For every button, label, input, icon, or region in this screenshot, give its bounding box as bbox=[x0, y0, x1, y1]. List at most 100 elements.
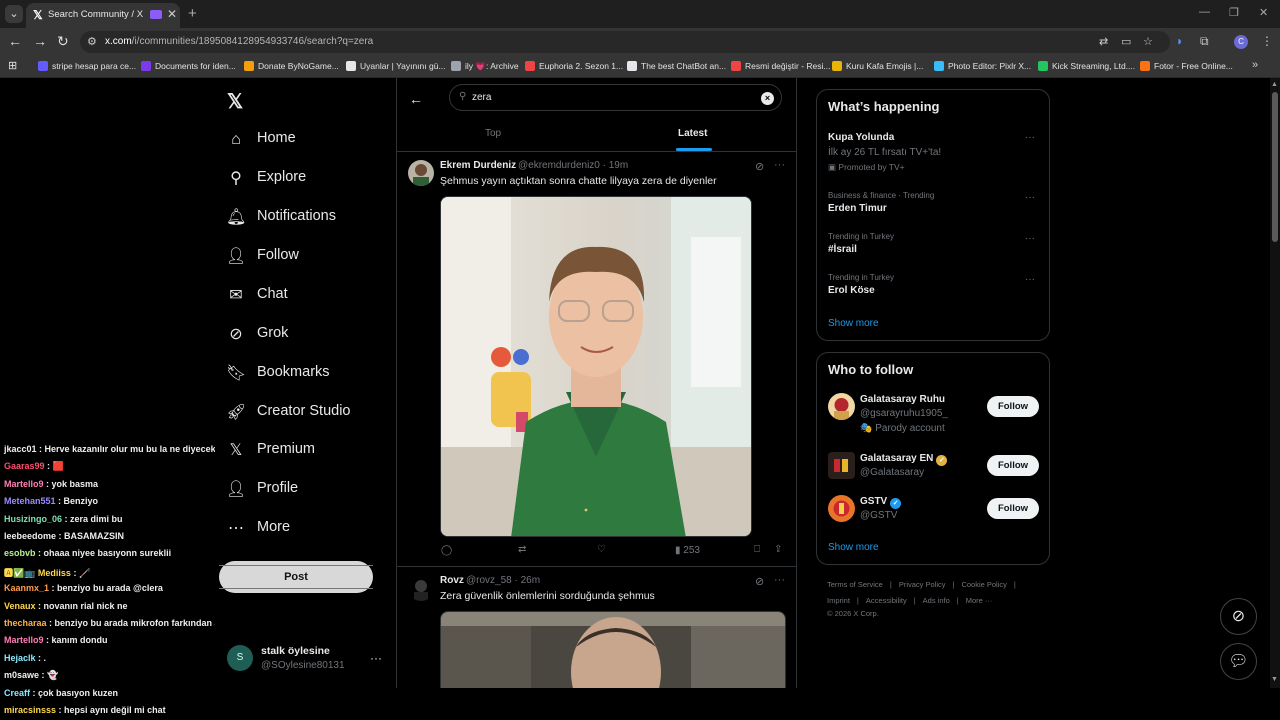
account-avatar[interactable] bbox=[828, 495, 855, 522]
chat-username[interactable]: 🅰✅📺 Mediiss bbox=[4, 568, 71, 578]
tweet-author-name[interactable]: Ekrem Durdeniz bbox=[440, 160, 516, 171]
account-avatar[interactable] bbox=[828, 452, 855, 479]
follow-button[interactable]: Follow bbox=[987, 498, 1039, 519]
trends-show-more-link[interactable]: Show more bbox=[828, 318, 879, 329]
account-name[interactable]: Galatasaray EN ✓ bbox=[860, 453, 948, 466]
chat-username[interactable]: Gaaras99 bbox=[4, 461, 45, 471]
browser-menu-icon[interactable]: ⋮ bbox=[1261, 34, 1273, 48]
who-to-follow-show-more-link[interactable]: Show more bbox=[828, 542, 879, 553]
tweet-author-name[interactable]: Rovz bbox=[440, 575, 464, 586]
footer-link[interactable]: Privacy Policy bbox=[899, 580, 946, 589]
chat-username[interactable]: Martello9 bbox=[4, 635, 44, 645]
bookmark-item[interactable]: Donate ByNoGame... bbox=[244, 61, 339, 71]
tweet-author-avatar[interactable] bbox=[408, 160, 434, 186]
grok-explain-icon[interactable]: ⊘ bbox=[755, 575, 764, 588]
trend-name[interactable]: #İsrail bbox=[828, 244, 857, 255]
tweet-more-icon[interactable]: ··· bbox=[774, 159, 785, 171]
trend-more-icon[interactable]: ··· bbox=[1025, 132, 1035, 143]
back-icon[interactable]: ← bbox=[8, 33, 22, 49]
bookmark-item[interactable]: Resmi değiştir - Resi... bbox=[731, 61, 831, 71]
apps-grid-icon[interactable]: ⊞ bbox=[8, 59, 17, 72]
chat-username[interactable]: thecharaa bbox=[4, 618, 47, 628]
account-avatar[interactable]: S bbox=[227, 645, 253, 671]
post-button[interactable]: Post bbox=[219, 561, 373, 593]
tweet-author-avatar[interactable] bbox=[408, 575, 434, 601]
chat-username[interactable]: Venaux bbox=[4, 601, 36, 611]
account-menu-icon[interactable]: ··· bbox=[370, 651, 382, 665]
tweet-photo[interactable] bbox=[440, 611, 786, 688]
page-scrollbar[interactable]: ▲ ▼ bbox=[1270, 78, 1280, 688]
footer-link[interactable]: Accessibility bbox=[866, 596, 907, 605]
chat-username[interactable]: Hejaclk bbox=[4, 653, 36, 663]
forward-icon[interactable]: → bbox=[33, 33, 47, 49]
chat-username[interactable]: Metehan551 bbox=[4, 496, 56, 506]
chat-username[interactable]: m0sawe bbox=[4, 670, 39, 680]
window-close-icon[interactable]: ✕ bbox=[1259, 6, 1268, 19]
tab-top[interactable]: Top bbox=[485, 128, 501, 139]
like-icon[interactable]: ♡ bbox=[597, 544, 606, 555]
trend-more-icon[interactable]: ··· bbox=[1025, 274, 1035, 285]
bookmark-item[interactable]: Uyanlar | Yayınını gü... bbox=[346, 61, 446, 71]
extension-icon[interactable]: ◗ bbox=[1176, 34, 1183, 48]
chat-username[interactable]: Creaff bbox=[4, 688, 30, 698]
trend-name[interactable]: Kupa Yolunda bbox=[828, 132, 894, 143]
tweet-photo[interactable] bbox=[440, 196, 752, 537]
scroll-down-icon[interactable]: ▼ bbox=[1271, 676, 1278, 683]
bookmark-item[interactable]: Documents for iden... bbox=[141, 61, 236, 71]
tweet-more-icon[interactable]: ··· bbox=[774, 574, 785, 586]
x-logo-icon[interactable]: 𝕏 bbox=[227, 89, 243, 114]
maximize-icon[interactable]: ❐ bbox=[1229, 6, 1239, 19]
tab-latest[interactable]: Latest bbox=[678, 128, 707, 139]
bookmark-item[interactable]: The best ChatBot an... bbox=[627, 61, 726, 71]
bookmark-icon[interactable]: ⎕ bbox=[754, 544, 760, 555]
tab-close-icon[interactable]: ✕ bbox=[167, 7, 177, 21]
trend-name[interactable]: Erden Timur bbox=[828, 203, 887, 214]
cast-icon[interactable]: ▭ bbox=[1121, 35, 1131, 48]
browser-profile-avatar[interactable]: C bbox=[1234, 35, 1248, 49]
search-input[interactable]: ⚲ zera × bbox=[449, 84, 782, 111]
new-tab-icon[interactable]: + bbox=[188, 5, 197, 22]
trend-more-icon[interactable]: ··· bbox=[1025, 233, 1035, 244]
follow-button[interactable]: Follow bbox=[987, 396, 1039, 417]
messages-fab-icon[interactable]: 💬︎ bbox=[1220, 643, 1257, 680]
trend-name[interactable]: Erol Köse bbox=[828, 285, 875, 296]
bookmark-item[interactable]: ily 💗: Archive bbox=[451, 61, 519, 72]
translate-icon[interactable]: ⇄ bbox=[1099, 35, 1108, 48]
share-icon[interactable]: ⇪ bbox=[774, 544, 782, 555]
bookmark-item[interactable]: Photo Editor: Pixlr X... bbox=[934, 61, 1031, 71]
chat-username[interactable]: Husizingo_06 bbox=[4, 514, 62, 524]
account-name[interactable]: Galatasaray Ruhu bbox=[860, 394, 945, 405]
chat-username[interactable]: leebeedome bbox=[4, 531, 56, 541]
bookmark-item[interactable]: Fotor - Free Online... bbox=[1140, 61, 1233, 71]
scrollbar-thumb[interactable] bbox=[1272, 92, 1278, 242]
chat-username[interactable]: Kaanmx_1 bbox=[4, 583, 49, 593]
reply-icon[interactable]: ◯ bbox=[441, 545, 452, 556]
bookmark-item[interactable]: Euphoria 2. Sezon 1... bbox=[525, 61, 623, 71]
extensions-puzzle-icon[interactable]: ⧉ bbox=[1200, 34, 1209, 49]
address-bar[interactable]: ⚙ x.com/i/communities/189508412895493374… bbox=[80, 31, 1170, 53]
bookmarks-overflow-icon[interactable]: » bbox=[1252, 59, 1258, 71]
footer-link[interactable]: Ads info bbox=[923, 596, 950, 605]
grok-explain-icon[interactable]: ⊘ bbox=[755, 160, 764, 173]
browser-tab[interactable]: 𝕏 Search Community / X ✕ bbox=[26, 3, 180, 28]
repost-icon[interactable]: ⇄ bbox=[518, 544, 526, 555]
bookmark-item[interactable]: Kuru Kafa Emojis |... bbox=[832, 61, 923, 71]
views-count[interactable]: ▮ 253 bbox=[675, 545, 700, 556]
back-arrow-icon[interactable]: ← bbox=[409, 91, 423, 107]
minimize-icon[interactable]: — bbox=[1199, 6, 1210, 18]
chat-username[interactable]: jkacc01 bbox=[4, 444, 37, 454]
grok-fab-icon[interactable]: ⊘ bbox=[1220, 598, 1257, 635]
bookmark-item[interactable]: stripe hesap para ce... bbox=[38, 61, 136, 71]
chat-username[interactable]: Martello9 bbox=[4, 479, 44, 489]
reload-icon[interactable]: ↻ bbox=[57, 33, 69, 50]
bookmark-item[interactable]: Kick Streaming, Ltd.... bbox=[1038, 61, 1135, 71]
chat-username[interactable]: esobvb bbox=[4, 548, 36, 558]
clear-search-icon[interactable]: × bbox=[761, 92, 774, 105]
bookmark-star-icon[interactable]: ☆ bbox=[1143, 35, 1153, 48]
trend-more-icon[interactable]: ··· bbox=[1025, 192, 1035, 203]
account-avatar[interactable] bbox=[828, 393, 855, 420]
scroll-up-icon[interactable]: ▲ bbox=[1271, 81, 1278, 88]
footer-link[interactable]: Imprint bbox=[827, 596, 850, 605]
tab-search-button[interactable]: ⌄ bbox=[5, 5, 23, 23]
footer-link[interactable]: Terms of Service bbox=[827, 580, 883, 589]
